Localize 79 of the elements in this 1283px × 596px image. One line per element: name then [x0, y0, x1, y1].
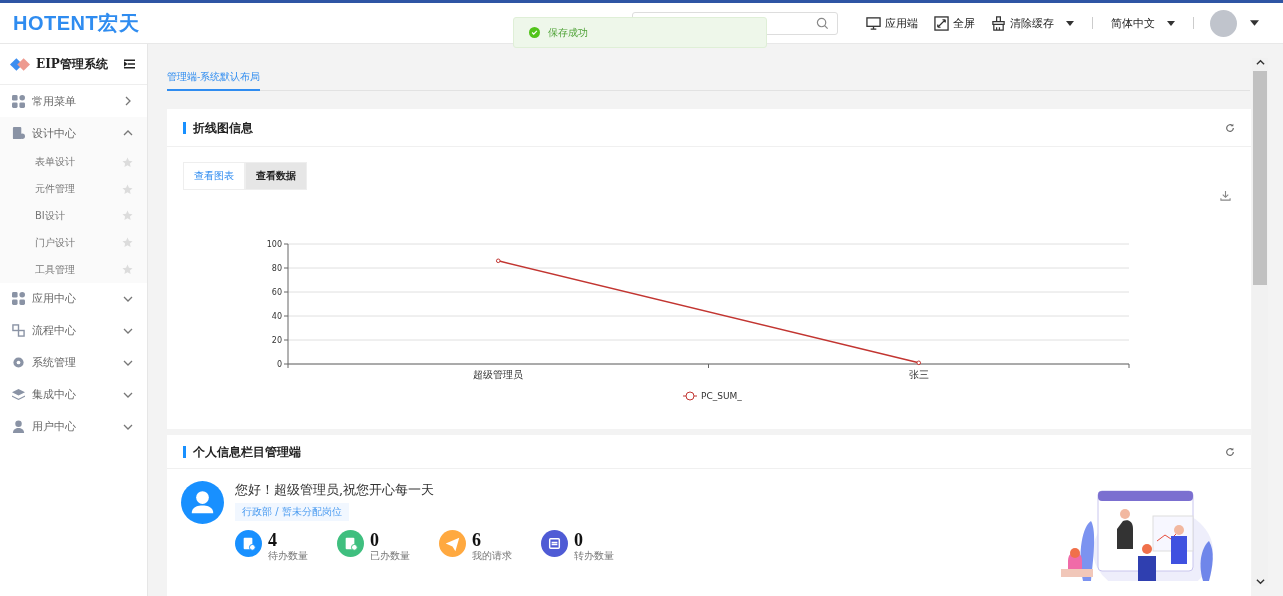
check-circle-icon — [529, 27, 540, 38]
fullscreen-button[interactable]: 全屏 — [931, 15, 978, 31]
menu-item[interactable]: 集成中心 — [0, 379, 147, 411]
axis-category-label: 超级管理员 — [473, 369, 524, 380]
stat-value: 4 — [268, 530, 277, 550]
axis-tick-label: 60 — [271, 288, 282, 297]
chevron-down-icon — [123, 390, 133, 400]
submenu-item[interactable]: 表单设计 — [0, 149, 147, 176]
axis-tick-label: 80 — [271, 264, 282, 273]
data-point — [495, 258, 501, 264]
app-end-button[interactable]: 应用端 — [863, 15, 921, 31]
view-tab[interactable]: 查看数据 — [245, 162, 307, 190]
user-avatar-icon — [181, 481, 224, 524]
axis-tick-label: 20 — [271, 336, 282, 345]
data-point — [916, 360, 922, 366]
menu-item[interactable]: 流程中心 — [0, 315, 147, 347]
flow-icon — [12, 324, 25, 338]
document-icon — [12, 126, 25, 140]
card-title: 折线图信息 — [183, 121, 1225, 134]
broom-icon — [991, 15, 1006, 31]
star-icon[interactable] — [122, 210, 133, 222]
grid-icon — [12, 94, 25, 108]
stat-value: 0 — [370, 530, 379, 550]
view-tab[interactable]: 查看图表 — [183, 162, 245, 190]
legend-label: PC_SUM_ — [701, 391, 742, 401]
settings-icon — [12, 356, 25, 370]
menu-item[interactable]: 系统管理 — [0, 347, 147, 379]
stat-value: 0 — [574, 530, 583, 550]
submenu-item[interactable]: 工具管理 — [0, 256, 147, 283]
grid-icon — [12, 292, 25, 306]
chevron-down-icon[interactable] — [1255, 577, 1265, 586]
clear-cache-button[interactable]: 清除缓存 — [988, 15, 1077, 31]
diamond-logo-icon — [10, 57, 30, 71]
axis-tick-label: 0 — [276, 360, 282, 369]
logo: HOTENT宏天 — [13, 10, 140, 36]
refresh-icon[interactable] — [1225, 122, 1235, 133]
submenu-item[interactable]: BI设计 — [0, 202, 147, 230]
menu-item[interactable]: 应用中心 — [0, 283, 147, 315]
star-icon[interactable] — [122, 264, 133, 276]
chevron-down-icon — [123, 422, 133, 432]
system-title: EIP管理系统 — [36, 55, 109, 73]
fullscreen-icon — [934, 15, 949, 31]
card-title: 个人信息栏目管理端 — [183, 445, 1225, 458]
search-icon — [816, 16, 829, 30]
monitor-icon — [866, 15, 881, 31]
menu-item[interactable]: 用户中心 — [0, 411, 147, 443]
star-icon[interactable] — [122, 183, 133, 195]
greeting-text: 您好！超级管理员,祝您开心每一天 — [235, 481, 435, 499]
submenu-item[interactable]: 门户设计 — [0, 229, 147, 257]
page-tab[interactable]: 管理端-系统默认布局 — [167, 71, 261, 91]
user-icon — [12, 420, 25, 434]
menu-item[interactable]: 设计中心 — [0, 117, 147, 149]
star-icon[interactable] — [122, 156, 133, 168]
stat-label: 我的请求 — [472, 550, 512, 563]
download-icon[interactable] — [1220, 190, 1231, 201]
submenu-item[interactable]: 元件管理 — [0, 175, 147, 203]
refresh-icon[interactable] — [1225, 446, 1235, 457]
legend-marker-icon — [682, 391, 698, 401]
stat-label: 转办数量 — [574, 550, 614, 563]
layers-icon — [12, 388, 25, 402]
chevron-down-icon — [123, 326, 133, 336]
chevron-down-icon — [123, 294, 133, 304]
axis-tick-label: 100 — [266, 240, 282, 249]
axis-category-label: 张三 — [908, 369, 929, 380]
department-tag: 行政部 / 暂未分配岗位 — [235, 503, 349, 521]
toast-text: 保存成功 — [548, 25, 588, 40]
stat-label: 已办数量 — [370, 550, 410, 563]
menu-item[interactable]: 常用菜单 — [0, 85, 147, 117]
axis-tick-label: 40 — [271, 312, 282, 321]
chevron-up-icon[interactable] — [1255, 58, 1265, 67]
stat-label: 待办数量 — [268, 550, 308, 563]
collapse-menu-icon[interactable] — [124, 59, 135, 69]
chevron-up-icon — [123, 128, 133, 138]
chevron-right-icon — [123, 96, 133, 106]
stat-value: 6 — [472, 530, 482, 550]
chevron-down-icon — [123, 358, 133, 368]
caret-icon[interactable] — [1250, 20, 1259, 26]
language-dropdown[interactable]: 简体中文 — [1108, 15, 1178, 31]
star-icon[interactable] — [122, 237, 133, 249]
